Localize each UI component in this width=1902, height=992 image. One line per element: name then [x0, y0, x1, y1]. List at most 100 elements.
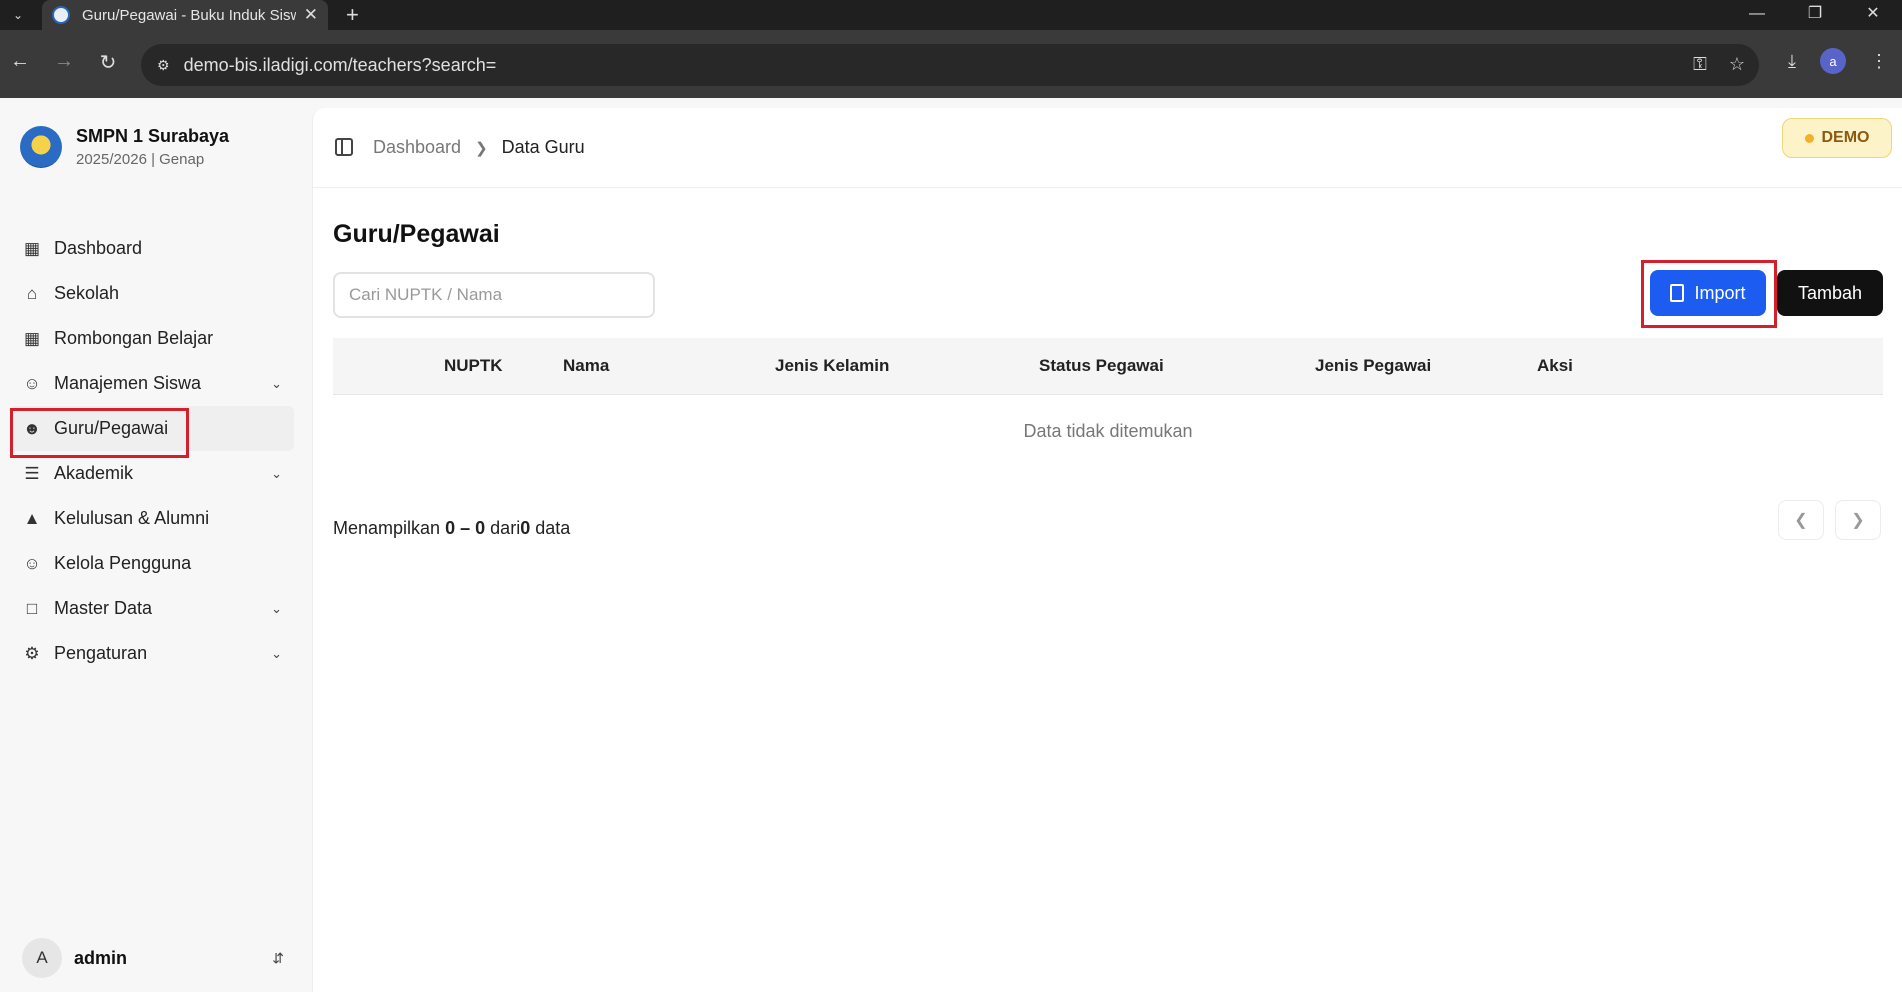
column-header-nama: Nama [563, 356, 610, 375]
sidebar-item-label: Guru/Pegawai [54, 418, 169, 438]
status-dot-icon [1804, 133, 1814, 143]
sidebar: SMPN 1 Surabaya 2025/2026 | Genap ▦ Dash… [0, 98, 310, 992]
sidebar-item-label: Manajemen Siswa [54, 373, 202, 393]
chevron-down-icon: ⌄ [271, 375, 282, 391]
folder-icon: □ [26, 598, 38, 618]
avatar: A [22, 938, 62, 978]
add-button[interactable]: Tambah [1777, 270, 1883, 316]
sidebar-item-dashboard[interactable]: ▦ Dashboard [10, 226, 294, 271]
school-name: SMPN 1 Surabaya [76, 126, 230, 146]
sidebar-item-label: Akademik [54, 463, 134, 483]
more-menu-icon[interactable]: ⋮ [1870, 51, 1888, 72]
breadcrumb: Dashboard ❯ Data Guru [373, 137, 585, 158]
sidebar-menu: ▦ Dashboard ⌂ Sekolah ▦ Rombongan Belaja… [10, 226, 294, 676]
new-tab-plus-icon[interactable]: + [346, 2, 359, 28]
next-page-button[interactable]: ❯ [1835, 500, 1881, 540]
teacher-table: NUPTK Nama Jenis Kelamin Status Pegawai … [333, 338, 1883, 467]
chevron-down-icon: ⌄ [271, 600, 282, 616]
empty-state: Data tidak ditemukan [1023, 421, 1193, 441]
grid-icon: ▦ [23, 328, 41, 348]
graduation-cap-icon: ▲ [23, 508, 41, 528]
address-bar[interactable]: ⚙ demo-bis.iladigi.com/teachers?search= … [141, 44, 1759, 86]
browser-tab[interactable]: Guru/Pegawai - Buku Induk Sisw ✕ [42, 0, 328, 30]
sidebar-item-label: Kelulusan & Alumni [54, 508, 210, 528]
school-logo [20, 126, 62, 168]
breadcrumb-dashboard-link[interactable]: Dashboard [373, 137, 461, 158]
top-bar: Dashboard ❯ Data Guru DEMO [313, 108, 1902, 188]
school-header[interactable]: SMPN 1 Surabaya 2025/2026 | Genap [20, 126, 229, 168]
user-icon: ☺ [23, 373, 41, 393]
sidebar-toggle-icon[interactable] [335, 138, 353, 156]
summary-of: dari [490, 518, 521, 538]
school-icon: ⌂ [26, 283, 38, 303]
sidebar-item-label: Kelola Pengguna [54, 553, 192, 573]
sidebar-item-label: Sekolah [54, 283, 120, 303]
key-icon[interactable]: ⚿ [1693, 54, 1707, 75]
column-header-jenis-kelamin: Jenis Kelamin [775, 356, 890, 375]
chevron-down-icon: ⌄ [271, 645, 282, 661]
favicon-icon [52, 6, 70, 24]
import-button[interactable]: Import [1650, 270, 1766, 316]
sidebar-item-pengaturan[interactable]: ⚙ Pengaturan ⌄ [10, 631, 294, 676]
chevron-right-icon: ❯ [1851, 512, 1865, 529]
username: admin [74, 947, 128, 968]
minimize-icon[interactable]: — [1728, 0, 1786, 30]
summary-suffix: data [535, 518, 571, 538]
bookmark-star-icon[interactable]: ☆ [1729, 54, 1745, 75]
url-text: demo-bis.iladigi.com/teachers?search= [183, 54, 497, 75]
sidebar-item-label: Pengaturan [54, 643, 148, 663]
book-icon: ☰ [24, 463, 40, 483]
table-header: NUPTK Nama Jenis Kelamin Status Pegawai … [333, 338, 1883, 395]
gear-icon: ⚙ [24, 643, 40, 663]
tab-search-chevron-icon[interactable]: ⌄ [6, 4, 30, 26]
sidebar-item-label: Dashboard [54, 238, 143, 258]
site-info-icon[interactable]: ⚙ [157, 57, 170, 74]
download-icon[interactable]: ⤓ [1788, 51, 1796, 72]
sidebar-item-label: Master Data [54, 598, 153, 618]
sidebar-item-kelulusan-alumni[interactable]: ▲ Kelulusan & Alumni [10, 496, 294, 541]
summary-dash: – [460, 518, 471, 538]
demo-badge-label: DEMO [1821, 129, 1870, 146]
sidebar-item-guru-pegawai[interactable]: ☻ Guru/Pegawai [10, 406, 294, 458]
profile-avatar[interactable]: a [1820, 48, 1846, 74]
grid-icon: ▦ [23, 238, 41, 258]
reload-icon[interactable]: ↻ [94, 50, 122, 75]
window-controls: — ❐ ✕ [1728, 0, 1902, 30]
sidebar-item-label: Rombongan Belajar [54, 328, 214, 348]
search-input[interactable] [333, 272, 655, 318]
demo-badge: DEMO [1782, 118, 1892, 158]
column-header-nuptk: NUPTK [444, 356, 503, 375]
restore-icon[interactable]: ❐ [1786, 0, 1844, 30]
sidebar-item-kelola-pengguna[interactable]: ☺ Kelola Pengguna [10, 541, 294, 586]
user-menu[interactable]: A admin ⇵ [22, 938, 284, 978]
tab-title: Guru/Pegawai - Buku Induk Sisw [82, 6, 296, 24]
school-year: 2025/2026 | Genap [76, 151, 205, 168]
column-header-aksi: Aksi [1537, 356, 1573, 375]
previous-page-button[interactable]: ❮ [1778, 500, 1824, 540]
file-icon [1670, 284, 1685, 302]
forward-arrow-icon[interactable]: → [50, 50, 78, 73]
browser-tab-bar: ⌄ Guru/Pegawai - Buku Induk Sisw ✕ + — ❐… [0, 0, 1902, 30]
page-title: Guru/Pegawai [333, 220, 500, 248]
column-header-jenis-pegawai: Jenis Pegawai [1315, 356, 1432, 375]
sidebar-item-manajemen-siswa[interactable]: ☺ Manajemen Siswa ⌄ [10, 361, 294, 406]
breadcrumb-current: Data Guru [501, 137, 585, 157]
summary-to: 0 [475, 518, 486, 538]
chevron-left-icon: ❮ [1794, 512, 1808, 529]
sidebar-item-akademik[interactable]: ☰ Akademik ⌄ [10, 451, 294, 496]
close-tab-icon[interactable]: ✕ [304, 5, 318, 25]
sidebar-item-sekolah[interactable]: ⌂ Sekolah [10, 271, 294, 316]
main-panel: Dashboard ❯ Data Guru DEMO Guru/Pegawai … [312, 108, 1902, 992]
summary-prefix: Menampilkan [333, 518, 441, 538]
browser-toolbar: ← → ↻ ⚙ demo-bis.iladigi.com/teachers?se… [0, 30, 1902, 98]
summary-from: 0 [445, 518, 456, 538]
import-button-label: Import [1694, 282, 1746, 303]
back-arrow-icon[interactable]: ← [6, 50, 34, 73]
sidebar-item-rombongan-belajar[interactable]: ▦ Rombongan Belajar [10, 316, 294, 361]
summary-total: 0 [520, 518, 531, 538]
window-close-icon[interactable]: ✕ [1844, 0, 1902, 30]
chevron-right-icon: ❯ [475, 139, 488, 157]
users-icon: ☻ [23, 418, 41, 438]
sidebar-item-master-data[interactable]: □ Master Data ⌄ [10, 586, 294, 631]
chevrons-up-down-icon: ⇵ [272, 949, 284, 966]
